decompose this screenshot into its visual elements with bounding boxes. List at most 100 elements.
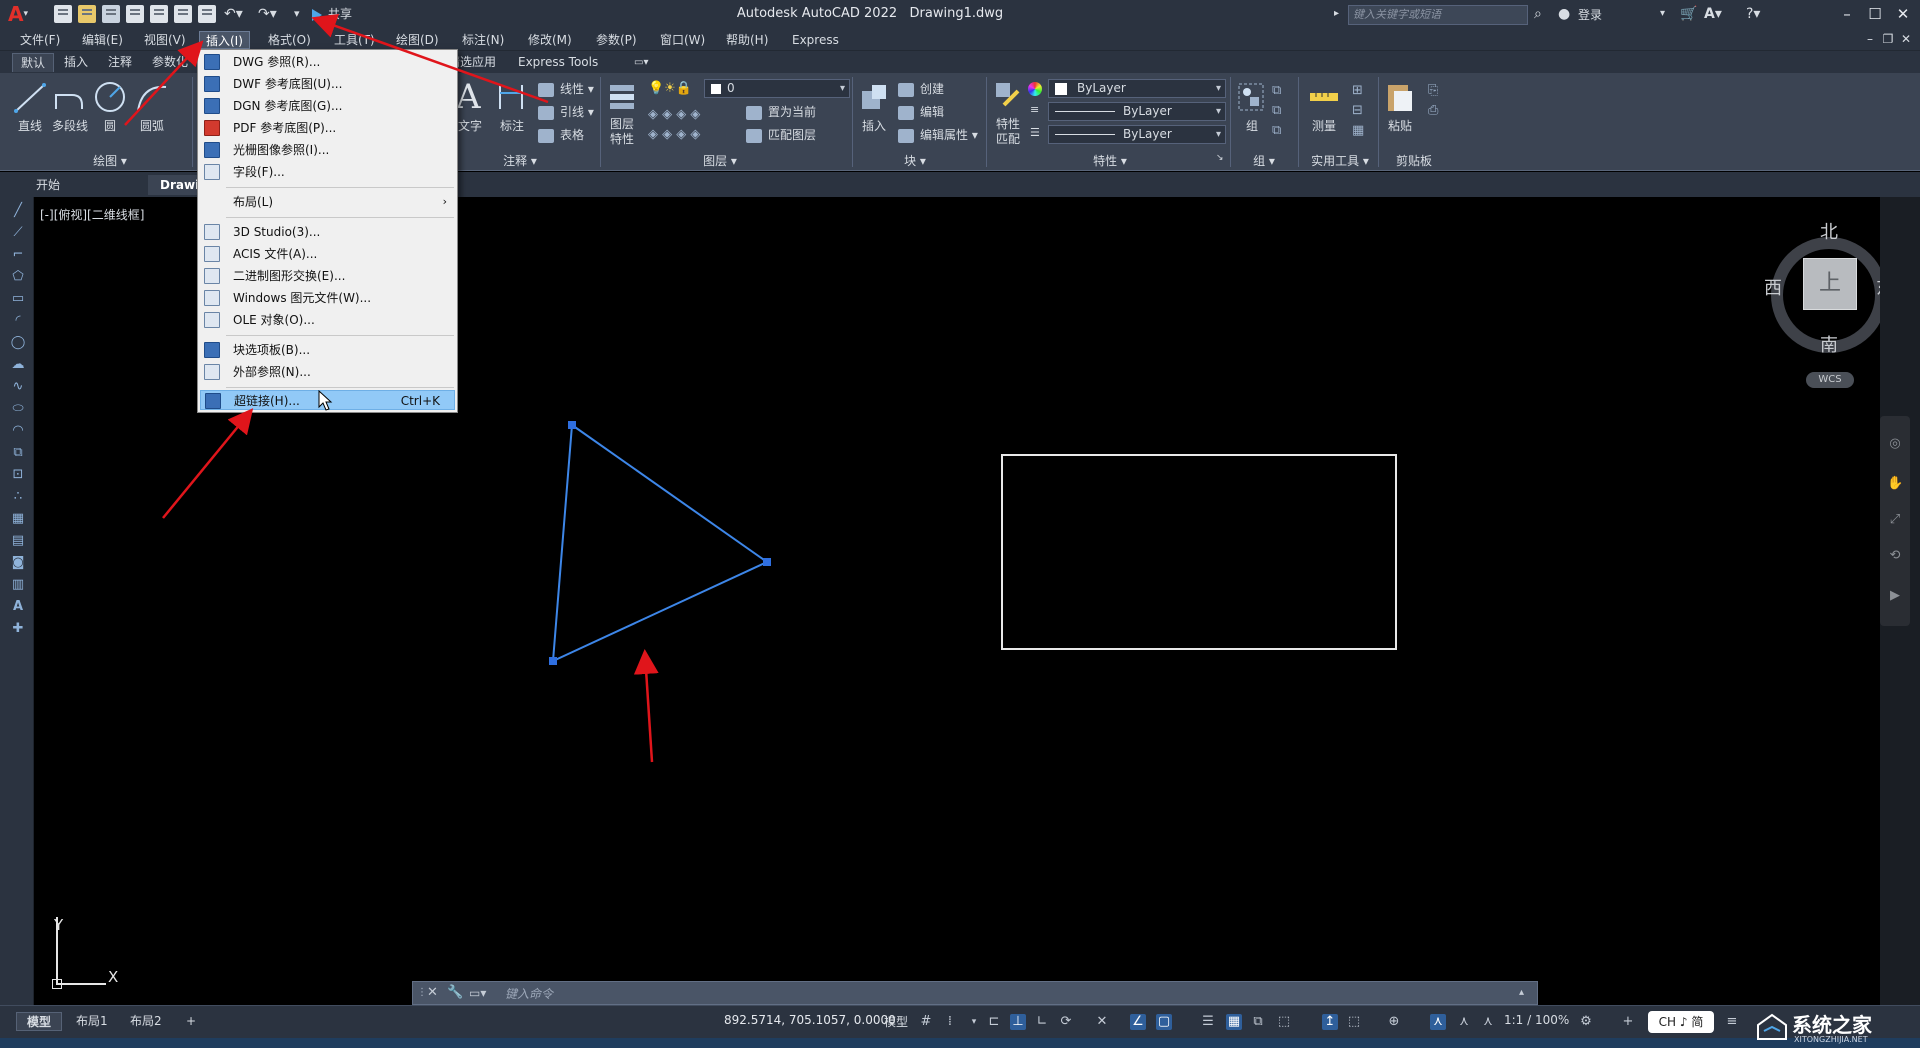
compass-west[interactable]: 西	[1764, 274, 1782, 300]
menu-item-label: OLE 对象(O)...	[233, 313, 315, 327]
dwf-underlay-icon	[204, 76, 220, 92]
customize-status-icon[interactable]: ≡	[1724, 1014, 1740, 1030]
grip-vertex[interactable]	[568, 421, 576, 429]
coordinate-readout[interactable]: 892.5714, 705.1057, 0.0000	[724, 1013, 896, 1027]
dgn-underlay-icon	[204, 98, 220, 114]
add-layout-icon[interactable]: +	[176, 1012, 206, 1031]
acis-file-icon	[204, 246, 220, 262]
command-line: ⋮ ✕ 🔧 ▭▾ 键入命令 ▴	[412, 981, 1538, 1005]
selection-cycling-icon[interactable]: ⧉	[1250, 1014, 1266, 1030]
dynamic-input-icon[interactable]: ⊥	[1010, 1014, 1026, 1030]
workspace-gear-icon[interactable]: ⚙	[1578, 1014, 1594, 1030]
layout-tab-layout2[interactable]: 布局2	[120, 1012, 172, 1031]
steering-wheel-icon[interactable]: ◎	[1887, 436, 1903, 452]
close-command-line-icon[interactable]: ✕	[427, 985, 441, 1001]
menu-item-binary-dxf[interactable]: 二进制图形交换(E)...	[200, 266, 455, 286]
wcs-menu-button[interactable]: WCS	[1806, 372, 1854, 388]
grid-icon[interactable]: #	[918, 1014, 934, 1030]
menu-item-label: 光栅图像参照(I)...	[233, 143, 330, 157]
model-space-button[interactable]: 模型	[884, 1013, 908, 1030]
menu-item-dwf-underlay[interactable]: DWF 参考底图(U)...	[200, 74, 455, 94]
dynamic-ucs-icon[interactable]: ↥	[1322, 1014, 1338, 1030]
polar-tracking-icon[interactable]: ⟳	[1058, 1014, 1074, 1030]
viewcube-top-face[interactable]: 上	[1803, 258, 1857, 310]
compass-south[interactable]: 南	[1820, 331, 1838, 357]
field-icon	[204, 164, 220, 180]
menu-separator	[226, 217, 454, 218]
pan-icon[interactable]: ✋	[1887, 476, 1903, 492]
menu-item-external-references[interactable]: 外部参照(N)...	[200, 362, 455, 382]
compass-north[interactable]: 北	[1820, 218, 1838, 244]
3d-osnap-icon[interactable]: ⬚	[1276, 1014, 1292, 1030]
snap-dropdown-icon[interactable]: ▾	[966, 1014, 982, 1030]
infer-constraints-icon[interactable]: ⊏	[986, 1014, 1002, 1030]
ole-object-icon	[204, 312, 220, 328]
command-line-grip-icon[interactable]: ⋮	[417, 985, 427, 1001]
menu-item-label: ACIS 文件(A)...	[233, 247, 318, 261]
menu-separator	[226, 187, 454, 188]
menu-item-label: DWG 参照(R)...	[233, 55, 321, 69]
watermark-subtext: XITONGZHIJIA.NET	[1794, 1035, 1868, 1044]
command-input[interactable]: 键入命令	[505, 985, 553, 1002]
ime-indicator[interactable]: CH ♪ 简	[1648, 1011, 1714, 1033]
drawn-rectangle[interactable]	[1001, 454, 1397, 650]
menu-item-label: DWF 参考底图(U)...	[233, 77, 343, 91]
menu-item-raster-image[interactable]: 光栅图像参照(I)...	[200, 140, 455, 160]
gizmo-icon[interactable]: ⊕	[1386, 1014, 1402, 1030]
insert-menu-dropdown: DWG 参照(R)... DWF 参考底图(U)... DGN 参考底图(G).…	[197, 49, 458, 413]
menu-item-field[interactable]: 字段(F)...	[200, 162, 455, 182]
ucs-y-label: Y	[54, 916, 64, 934]
isodraft-icon[interactable]: ✕	[1094, 1014, 1110, 1030]
menu-item-label: DGN 参考底图(G)...	[233, 99, 343, 113]
menu-item-ole-object[interactable]: OLE 对象(O)...	[200, 310, 455, 330]
ucs-origin-box	[52, 979, 62, 989]
menu-item-dgn-underlay[interactable]: DGN 参考底图(G)...	[200, 96, 455, 116]
grip-vertex[interactable]	[549, 657, 557, 665]
menu-item-label: 字段(F)...	[233, 165, 285, 179]
customize-wrench-icon[interactable]: 🔧	[447, 985, 463, 1001]
menu-item-shortcut: Ctrl+K	[400, 394, 440, 408]
menu-item-pdf-underlay[interactable]: PDF 参考底图(P)...	[200, 118, 455, 138]
menu-item-acis-file[interactable]: ACIS 文件(A)...	[200, 244, 455, 264]
layout-tab-layout1[interactable]: 布局1	[66, 1012, 118, 1031]
transparency-icon[interactable]: ▦	[1226, 1014, 1242, 1030]
selection-filter-icon[interactable]: ⬚	[1346, 1014, 1362, 1030]
annotation-visibility-icon[interactable]: ⋏	[1430, 1014, 1446, 1030]
selected-triangle[interactable]	[549, 421, 771, 665]
menu-item-label: PDF 参考底图(P)...	[233, 121, 337, 135]
layout-tab-model[interactable]: 模型	[16, 1012, 63, 1031]
object-snap-icon[interactable]: ▢	[1156, 1014, 1172, 1030]
annotation-scale-value[interactable]: 1:1 / 100%	[1504, 1013, 1569, 1027]
annotation-monitor-icon[interactable]: +	[1620, 1014, 1636, 1030]
grip-vertex[interactable]	[763, 558, 771, 566]
ortho-icon[interactable]: ∟	[1034, 1014, 1050, 1030]
dwg-reference-icon	[204, 54, 220, 70]
3d-studio-icon	[204, 224, 220, 240]
taskbar-strip	[0, 1038, 1920, 1048]
recent-commands-icon[interactable]: ▭▾	[469, 985, 499, 1001]
annotation-scale-icon[interactable]: ⋏	[1480, 1014, 1496, 1030]
object-snap-tracking-icon[interactable]: ∠	[1130, 1014, 1146, 1030]
snap-icon[interactable]: ⁞	[942, 1014, 958, 1030]
binary-dxf-icon	[204, 268, 220, 284]
menu-item-label: 外部参照(N)...	[233, 365, 311, 379]
command-history-icon[interactable]: ▴	[1519, 985, 1533, 1001]
zoom-extents-icon[interactable]: ⤢	[1887, 512, 1903, 528]
auto-scale-icon[interactable]: ⋏	[1456, 1014, 1472, 1030]
lineweight-display-icon[interactable]: ☰	[1200, 1014, 1216, 1030]
watermark-logo: 系统之家 XITONGZHIJIA.NET	[1752, 1005, 1920, 1048]
menu-item-block-palette[interactable]: 块选项板(B)...	[200, 340, 455, 360]
menu-item-label: Windows 图元文件(W)...	[233, 291, 372, 305]
menu-item-windows-metafile[interactable]: Windows 图元文件(W)...	[200, 288, 455, 308]
orbit-icon[interactable]: ⟲	[1887, 548, 1903, 564]
menu-item-dwg-reference[interactable]: DWG 参照(R)...	[200, 52, 455, 72]
menu-item-label: 3D Studio(3)...	[233, 225, 321, 239]
menu-item-3d-studio[interactable]: 3D Studio(3)...	[200, 222, 455, 242]
mouse-cursor-icon	[318, 390, 333, 411]
submenu-arrow-icon: ›	[442, 195, 447, 208]
showmotion-icon[interactable]: ▶	[1887, 588, 1903, 604]
menu-item-layout[interactable]: 布局(L) ›	[200, 192, 455, 212]
menu-item-label: 二进制图形交换(E)...	[233, 269, 346, 283]
menu-item-label: 布局(L)	[233, 195, 274, 209]
ucs-x-label: X	[108, 968, 119, 986]
